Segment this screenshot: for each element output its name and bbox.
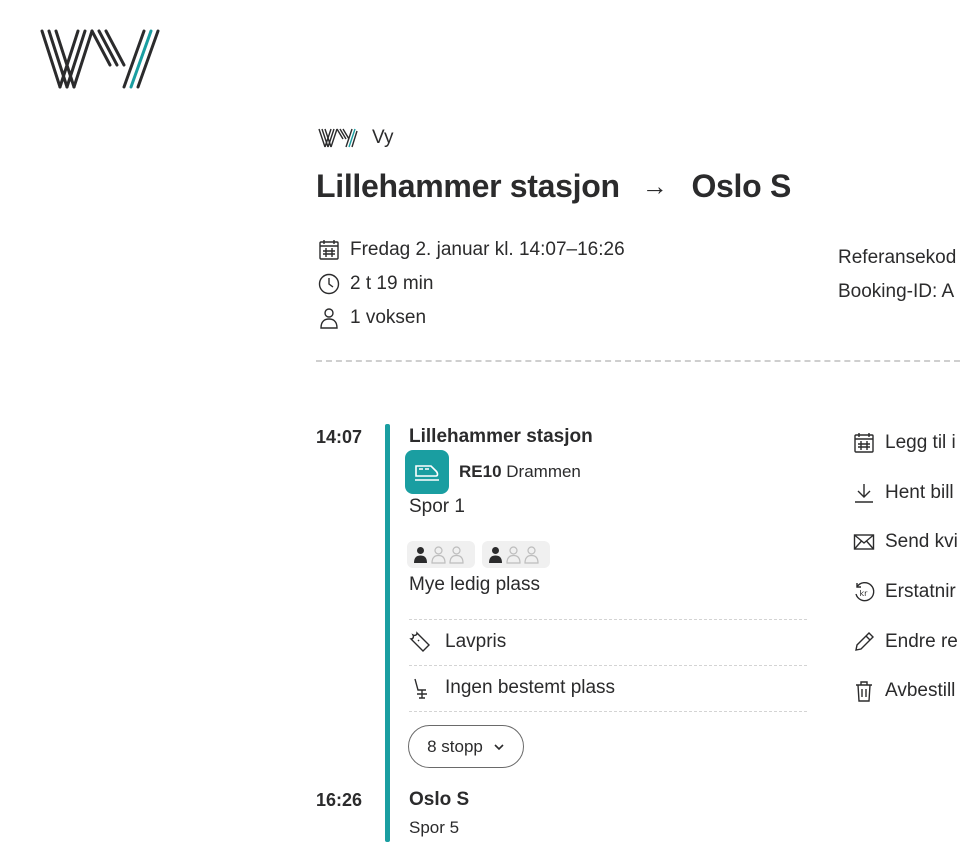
origin-station: Lillehammer stasjon <box>316 168 620 204</box>
compensation-button[interactable]: kr Erstatnir <box>853 581 956 603</box>
kr-refund-icon: kr <box>855 581 875 602</box>
person-filled-icon <box>489 546 502 563</box>
section-divider <box>316 360 960 362</box>
arrival-time: 16:26 <box>316 790 363 810</box>
row-divider <box>409 619 807 620</box>
action-label: Erstatnir <box>885 581 956 602</box>
line-info: RE10 Drammen <box>459 462 581 482</box>
vy-mini-logo <box>318 128 358 148</box>
arrival-track: Spor 5 <box>409 818 460 837</box>
booking-id: Booking-ID: A <box>838 281 955 302</box>
fare-type: Lavpris <box>445 631 507 652</box>
seat-icon <box>414 678 427 699</box>
clock-icon <box>318 273 340 295</box>
vy-logo[interactable] <box>40 27 162 93</box>
change-trip-button[interactable]: Endre re <box>853 631 958 653</box>
person-outline-icon <box>431 545 446 564</box>
fare-row: Lavpris <box>409 631 506 653</box>
row-divider <box>409 665 807 666</box>
train-badge <box>405 450 449 494</box>
stops-toggle-button[interactable]: 8 stopp <box>408 725 524 768</box>
seat-row: Ingen bestemt plass <box>409 677 615 699</box>
send-receipt-button[interactable]: Send kvi <box>853 531 958 553</box>
line-number: RE10 <box>459 462 502 481</box>
line-destination: Drammen <box>506 462 581 481</box>
trip-duration-row: 2 t 19 min <box>318 273 433 295</box>
occupancy-text: Mye ledig plass <box>409 574 540 595</box>
person-filled-icon <box>414 546 427 563</box>
action-label: Legg til i <box>885 432 956 453</box>
chevron-down-icon <box>494 743 504 750</box>
arrow-right-icon: → <box>641 171 668 201</box>
action-label: Hent bill <box>885 482 954 503</box>
passengers-row: 1 voksen <box>318 307 426 329</box>
passengers: 1 voksen <box>350 307 427 328</box>
operator-name: Vy <box>372 127 394 148</box>
mail-icon <box>853 534 875 550</box>
calendar-icon <box>319 240 339 260</box>
seat-info: Ingen bestemt plass <box>445 677 616 698</box>
arrival-station: Oslo S <box>409 789 470 810</box>
trash-icon <box>856 681 872 702</box>
destination-station: Oslo S <box>691 168 792 204</box>
reference-code: Referansekod <box>838 247 957 268</box>
trip-date-row: Fredag 2. januar kl. 14:07–16:26 <box>318 239 625 261</box>
calendar-icon <box>854 433 874 453</box>
action-label: Send kvi <box>885 531 958 552</box>
stops-count: 8 stopp <box>427 736 483 756</box>
operator-row: Vy <box>318 127 393 149</box>
download-ticket-button[interactable]: Hent bill <box>853 482 954 504</box>
occupancy-car-1 <box>407 541 475 568</box>
row-divider <box>409 711 807 712</box>
train-icon <box>415 465 439 481</box>
departure-station: Lillehammer stasjon <box>409 426 593 447</box>
person-outline-icon <box>449 545 464 564</box>
add-to-calendar-button[interactable]: Legg til i <box>853 432 956 454</box>
occupancy-car-2 <box>482 541 550 568</box>
journey-timeline-line <box>385 424 390 842</box>
trip-duration: 2 t 19 min <box>350 273 434 294</box>
action-label: Endre re <box>885 631 958 652</box>
action-label: Avbestill <box>885 680 956 701</box>
ticket-icon <box>409 631 430 652</box>
page-title: Lillehammer stasjon → Oslo S <box>316 168 791 205</box>
departure-track: Spor 1 <box>409 496 465 517</box>
pencil-icon <box>855 632 874 651</box>
trip-date: Fredag 2. januar kl. 14:07–16:26 <box>350 239 625 260</box>
person-outline-icon <box>524 545 539 564</box>
departure-time: 14:07 <box>316 427 363 447</box>
person-icon <box>320 308 338 329</box>
svg-text:kr: kr <box>860 589 869 598</box>
download-icon <box>855 484 873 503</box>
person-outline-icon <box>506 545 521 564</box>
cancel-trip-button[interactable]: Avbestill <box>853 680 955 702</box>
